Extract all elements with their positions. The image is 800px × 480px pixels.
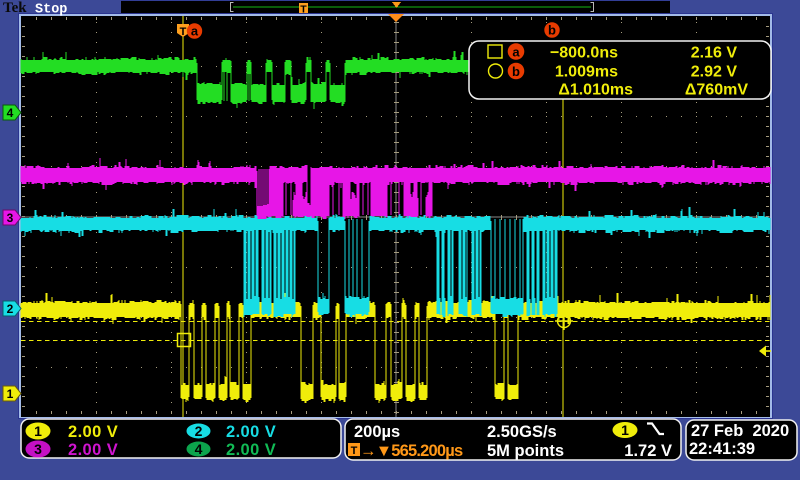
svg-text:1: 1 [621, 422, 629, 438]
svg-text:T: T [351, 445, 358, 457]
svg-text:2.00 V: 2.00 V [226, 423, 276, 441]
svg-text:b: b [512, 64, 520, 79]
svg-text:Δ1.010ms: Δ1.010ms [558, 82, 633, 99]
svg-text:5M points: 5M points [487, 442, 564, 460]
svg-text:1: 1 [7, 387, 14, 401]
svg-text:3: 3 [34, 441, 42, 457]
svg-text:22:41:39: 22:41:39 [689, 440, 755, 458]
svg-text:T: T [300, 4, 307, 16]
svg-text:2.00 V: 2.00 V [68, 423, 118, 441]
svg-text:2.00 V: 2.00 V [68, 441, 118, 459]
svg-text:4: 4 [195, 441, 203, 457]
svg-text:Δ760mV: Δ760mV [685, 82, 748, 99]
svg-text:27 Feb 2020: 27 Feb 2020 [691, 422, 789, 440]
svg-text:200µs: 200µs [354, 423, 400, 441]
svg-text:Tek: Tek [3, 0, 27, 16]
svg-text:2: 2 [7, 302, 14, 316]
svg-text:4: 4 [7, 106, 14, 120]
svg-text:1.009ms: 1.009ms [555, 64, 618, 81]
svg-text:a: a [512, 45, 520, 60]
svg-text:2: 2 [195, 423, 203, 439]
svg-text:3: 3 [7, 211, 14, 225]
svg-text:1.72 V: 1.72 V [624, 442, 672, 460]
svg-text:→▼565.200µs: →▼565.200µs [360, 442, 463, 460]
svg-text:b: b [548, 23, 556, 38]
svg-text:a: a [191, 24, 199, 39]
svg-text:T: T [180, 26, 187, 38]
svg-text:2.00 V: 2.00 V [226, 441, 276, 459]
svg-text:2.50GS/s: 2.50GS/s [487, 423, 557, 441]
svg-text:2.92 V: 2.92 V [691, 64, 738, 81]
svg-text:2.16 V: 2.16 V [691, 45, 738, 62]
svg-text:1: 1 [34, 423, 42, 439]
svg-text:Stop: Stop [35, 3, 67, 18]
svg-text:−800.0ns: −800.0ns [550, 45, 618, 62]
